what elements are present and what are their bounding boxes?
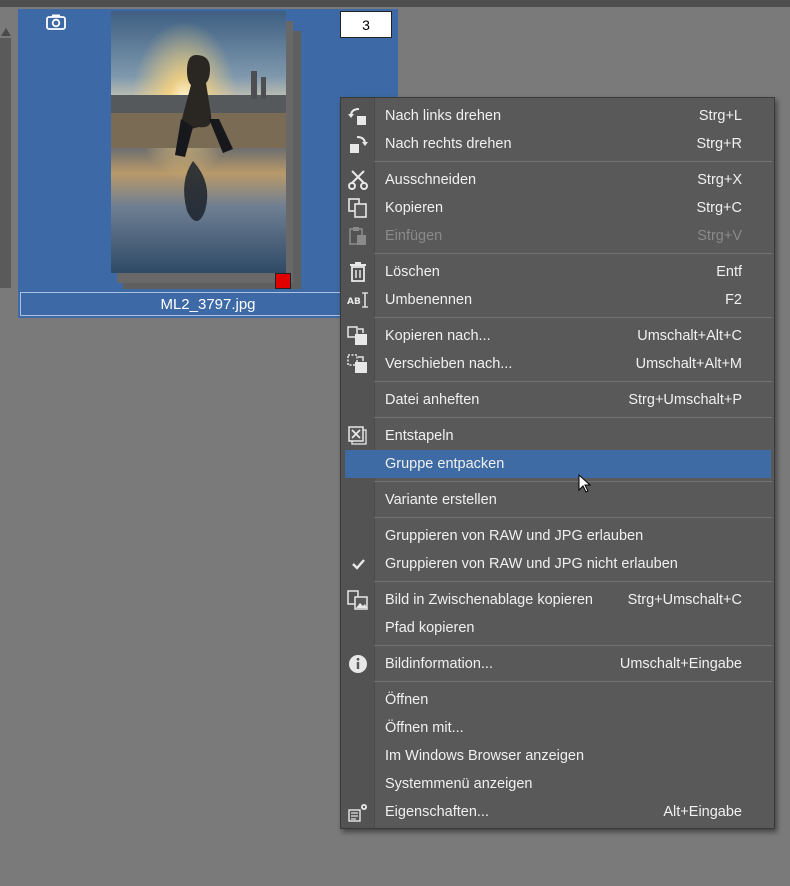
menu-separator	[374, 517, 772, 518]
rename-icon: AB	[347, 290, 369, 310]
photo-thumbnail[interactable]	[111, 11, 286, 273]
checkmark-icon	[347, 554, 369, 574]
move-to-icon	[347, 354, 369, 374]
menu-item-disallow-raw-jpg-grouping[interactable]: Gruppieren von RAW und JPG nicht erlaube…	[341, 550, 774, 578]
menu-item-cut[interactable]: Ausschneiden Strg+X	[341, 166, 774, 194]
menu-item-open[interactable]: Öffnen	[341, 686, 774, 714]
menu-item-copy[interactable]: Kopieren Strg+C	[341, 194, 774, 222]
stack-count-badge: 3	[340, 11, 392, 38]
left-panel-edge	[0, 38, 11, 288]
paste-icon	[347, 226, 369, 246]
menu-item-pin-file[interactable]: Datei anheften Strg+Umschalt+P	[341, 386, 774, 414]
menu-separator	[374, 253, 772, 254]
menu-item-image-info[interactable]: Bildinformation... Umschalt+Eingabe	[341, 650, 774, 678]
menu-item-unstack[interactable]: Entstapeln	[341, 422, 774, 450]
clipboard-image-icon	[347, 590, 369, 610]
context-menu: Nach links drehen Strg+L Nach rechts dre…	[340, 97, 775, 829]
menu-separator	[374, 161, 772, 162]
menu-item-rotate-right[interactable]: Nach rechts drehen Strg+R	[341, 130, 774, 158]
menu-item-move-to[interactable]: Verschieben nach... Umschalt+Alt+M	[341, 350, 774, 378]
menu-separator	[374, 645, 772, 646]
copy-icon	[347, 198, 369, 218]
camera-icon	[46, 14, 66, 30]
menu-item-delete[interactable]: Löschen Entf	[341, 258, 774, 286]
trash-icon	[347, 262, 369, 282]
scissors-icon	[347, 170, 369, 190]
menu-separator	[374, 481, 772, 482]
mouse-pointer-icon	[578, 473, 592, 498]
unstack-icon	[347, 426, 369, 446]
scroll-up-arrow-icon[interactable]	[1, 28, 11, 36]
rotate-right-icon	[347, 134, 369, 154]
svg-text:AB: AB	[347, 297, 361, 307]
top-bar	[0, 0, 790, 7]
menu-item-properties[interactable]: Eigenschaften... Alt+Eingabe	[341, 798, 774, 826]
rotate-left-icon	[347, 106, 369, 126]
menu-item-show-system-menu[interactable]: Systemmenü anzeigen	[341, 770, 774, 798]
menu-item-paste[interactable]: Einfügen Strg+V	[341, 222, 774, 250]
menu-separator	[374, 317, 772, 318]
menu-separator	[374, 417, 772, 418]
properties-icon	[347, 802, 369, 822]
info-icon	[347, 654, 369, 674]
color-label-flag	[275, 273, 291, 289]
menu-item-copy-image-to-clipboard[interactable]: Bild in Zwischenablage kopieren Strg+Ums…	[341, 586, 774, 614]
menu-item-rotate-left[interactable]: Nach links drehen Strg+L	[341, 102, 774, 130]
menu-separator	[374, 381, 772, 382]
menu-item-copy-to[interactable]: Kopieren nach... Umschalt+Alt+C	[341, 322, 774, 350]
menu-item-create-variant[interactable]: Variante erstellen	[341, 486, 774, 514]
menu-item-allow-raw-jpg-grouping[interactable]: Gruppieren von RAW und JPG erlauben	[341, 522, 774, 550]
menu-item-show-in-windows-browser[interactable]: Im Windows Browser anzeigen	[341, 742, 774, 770]
menu-item-copy-path[interactable]: Pfad kopieren	[341, 614, 774, 642]
menu-item-rename[interactable]: AB Umbenennen F2	[341, 286, 774, 314]
menu-separator	[374, 681, 772, 682]
copy-to-icon	[347, 326, 369, 346]
menu-item-open-with[interactable]: Öffnen mit...	[341, 714, 774, 742]
menu-separator	[374, 581, 772, 582]
menu-item-ungroup[interactable]: Gruppe entpacken	[341, 450, 774, 478]
